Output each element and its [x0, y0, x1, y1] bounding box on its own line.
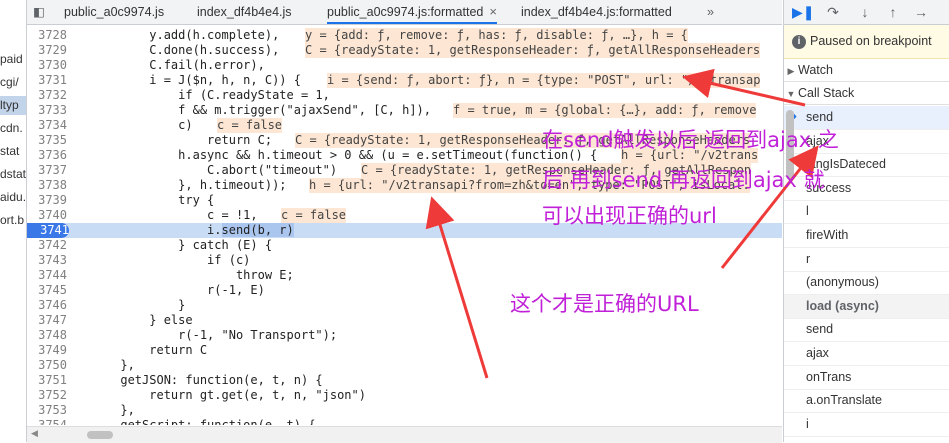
annotation-note-line3: 可以出现正确的url	[542, 204, 717, 228]
annotation-note-line2: 后 再到send 再返回到ajax 就	[542, 168, 825, 192]
annotation-correct-url: 这个才是正确的URL	[510, 292, 699, 316]
annotation-note-line1: 在send触发以后 返回到ajax 之	[542, 128, 839, 152]
arrow-to-post-url	[682, 68, 806, 107]
annotation-arrows	[425, 68, 819, 379]
arrow-to-url	[425, 196, 489, 379]
